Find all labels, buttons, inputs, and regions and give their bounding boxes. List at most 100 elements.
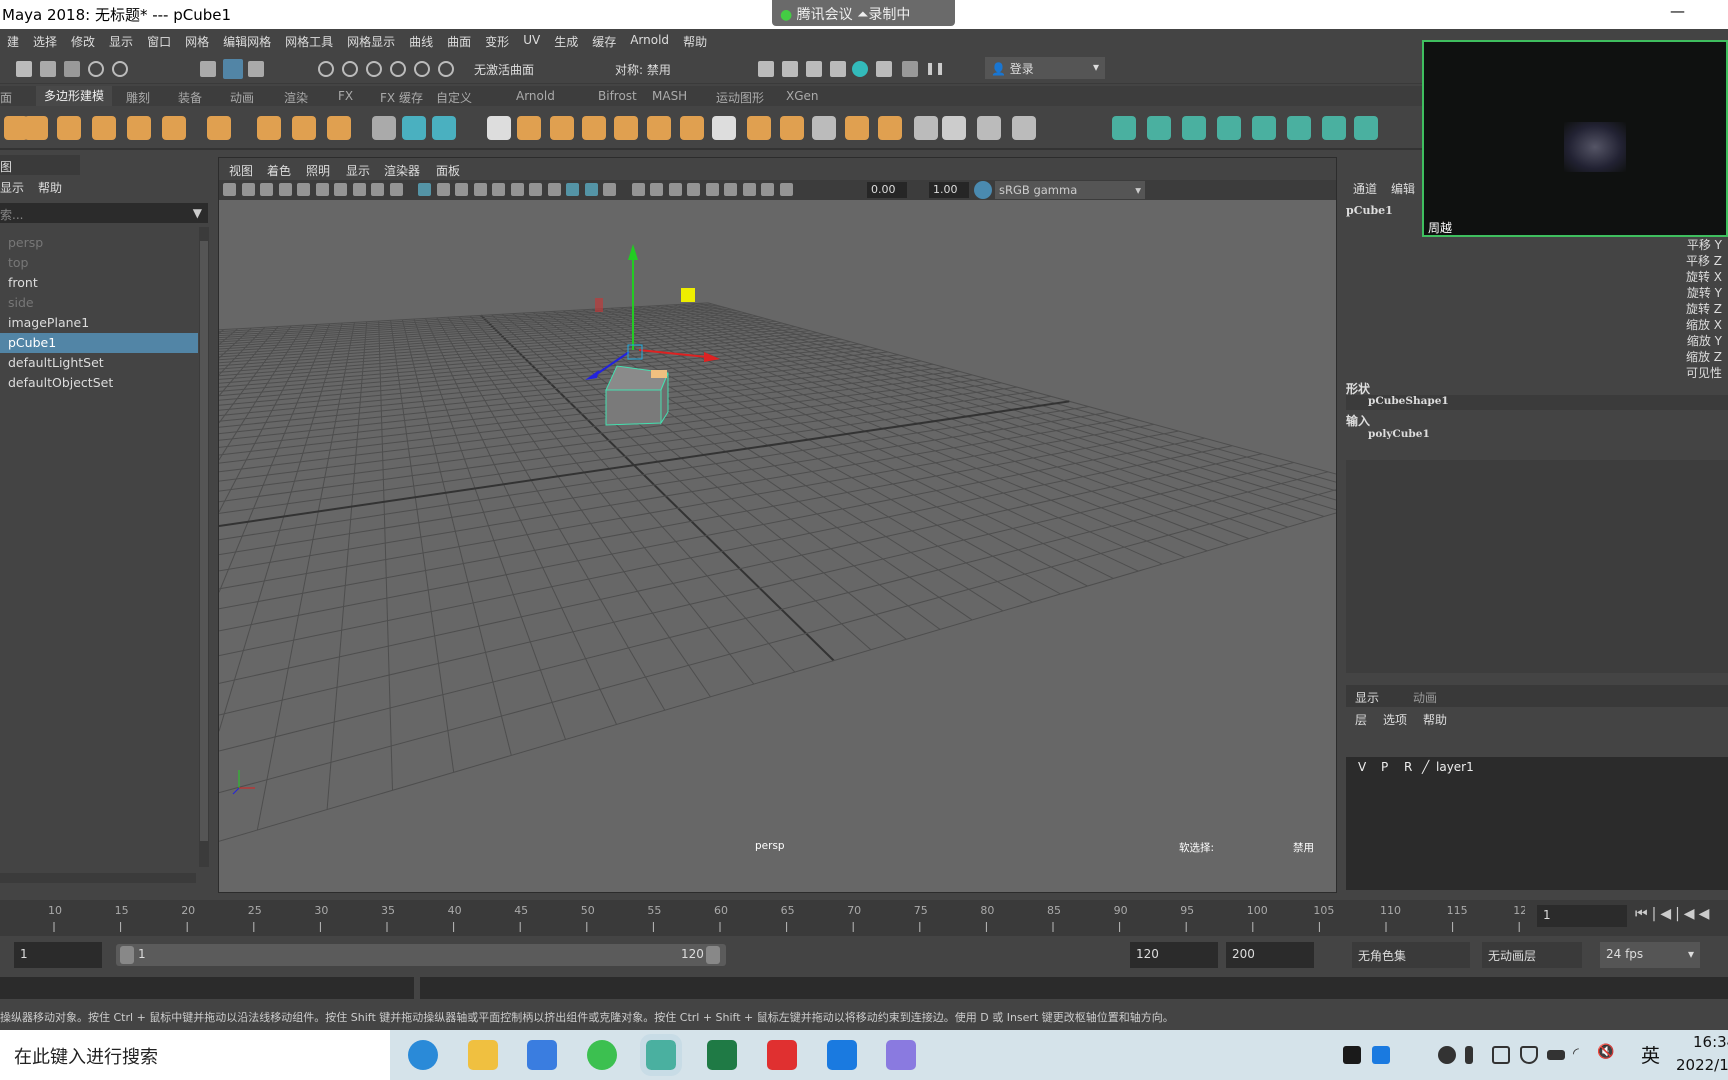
center-pivot-icon[interactable] [812,116,836,140]
outliner-menu-display[interactable]: 显示 [0,179,24,196]
viewport-tool-icon[interactable] [584,183,598,196]
viewport-tool-icon[interactable] [650,183,663,196]
viewport-tool-icon[interactable] [742,183,756,196]
text-icon[interactable] [292,116,316,140]
torus-icon[interactable] [92,116,116,140]
channel-attr[interactable]: 平移 Y [1687,236,1722,253]
viewport-tool-icon[interactable] [315,183,329,196]
nvidia-icon[interactable] [1343,1046,1361,1064]
menu-3[interactable]: 显示 [109,33,133,53]
webcam-overlay[interactable]: 周越 [1422,40,1728,237]
start-time-field[interactable]: 1 [14,942,102,968]
viewport-tool-icon[interactable] [631,183,645,196]
menu-10[interactable]: 曲面 [447,33,471,53]
snap-point-icon[interactable] [366,61,382,77]
clock-time[interactable]: 16:34 [1693,1033,1728,1051]
channel-object-name[interactable]: pCube1 [1346,204,1393,217]
shelf-tab-0[interactable]: 面 [0,89,12,106]
uv-cut-icon[interactable] [1322,116,1346,140]
viewport-tool-icon[interactable] [455,183,468,196]
menu-16[interactable]: 帮助 [683,33,707,53]
snap-vertex-icon[interactable] [438,61,454,77]
microphone-icon[interactable] [1465,1046,1473,1064]
menu-4[interactable]: 窗口 [147,33,171,53]
uv-auto-icon[interactable] [1182,116,1206,140]
render-sequence-icon[interactable] [782,61,798,77]
xgen-icon[interactable] [902,61,918,77]
range-slider[interactable]: 1 120 [116,944,726,966]
target-weld-icon[interactable] [780,116,804,140]
channel-attr[interactable]: 缩放 Z [1686,348,1722,365]
channel-attr[interactable]: 旋转 Z [1686,300,1722,317]
bridge-icon[interactable] [647,116,671,140]
edge-icon[interactable] [408,1040,438,1070]
fill-hole-icon[interactable] [712,116,736,140]
file-explorer-icon[interactable] [468,1040,498,1070]
multicut-icon[interactable] [747,116,771,140]
shelf-tab-2[interactable]: 雕刻 [126,89,150,106]
shelf-tab-3[interactable]: 装备 [178,89,202,106]
measure-icon[interactable] [372,116,396,140]
channel-attr[interactable]: 旋转 Y [1687,284,1722,301]
command-input[interactable] [0,977,414,999]
menu-9[interactable]: 曲线 [409,33,433,53]
shelf-tab-5[interactable]: 渲染 [284,89,308,106]
uv-unfold-icon[interactable] [1252,116,1276,140]
layer-color-swatch[interactable]: ╱ [1422,760,1429,774]
range-start-handle[interactable] [120,946,134,964]
viewport-tool-icon[interactable] [705,183,719,196]
viewport-menu-5[interactable]: 面板 [436,162,460,179]
insert-loop-icon[interactable] [914,116,938,140]
feishu-icon[interactable] [527,1040,557,1070]
channel-menu-channels[interactable]: 通道 [1353,180,1377,197]
viewport-tool-icon[interactable] [668,183,682,196]
render-settings-icon[interactable] [830,61,846,77]
viewport-tool-icon[interactable] [547,183,561,196]
search-dropdown-icon[interactable]: ▼ [193,206,202,220]
viewport-tool-icon[interactable] [761,183,774,196]
cone-icon[interactable] [57,116,81,140]
menu-2[interactable]: 修改 [71,33,95,53]
hypershade-icon[interactable] [852,61,868,77]
uv-layout-icon[interactable] [1287,116,1311,140]
layer-row[interactable]: V P R ╱ layer1 [1346,757,1728,777]
viewport-tool-icon[interactable] [334,183,347,196]
uv-sew-icon[interactable] [1354,116,1378,140]
menu-1[interactable]: 选择 [33,33,57,53]
move-manipulator[interactable] [219,200,1336,892]
combine-icon[interactable] [487,116,511,140]
qq-icon[interactable] [1438,1046,1456,1064]
tab-display[interactable]: 显示 [1355,689,1379,706]
viewport-tool-icon[interactable] [352,183,366,196]
viewport-tool-icon[interactable] [389,183,403,196]
snap-grid-icon[interactable] [318,61,334,77]
menu-5[interactable]: 网格 [185,33,209,53]
save-scene-icon[interactable] [64,61,80,77]
open-scene-icon[interactable] [40,61,56,77]
layer-playback-toggle[interactable]: P [1381,760,1388,774]
separate-icon[interactable] [517,116,541,140]
viewport-tool-icon[interactable] [566,183,579,196]
time-slider[interactable]: 10 15 20 25 30 35 40 45 50 55 60 65 70 75 80 85 90 95 100 1… [0,900,1728,936]
app-icon[interactable] [886,1040,916,1070]
merge-icon[interactable] [878,116,902,140]
input-node[interactable]: polyCube1 [1368,428,1430,440]
viewport-tool-icon[interactable] [473,183,487,196]
outliner-item[interactable]: imagePlane1 [0,313,198,333]
viewport-menu-4[interactable]: 渲染器 [384,162,420,179]
viewport-tool-icon[interactable] [297,183,310,196]
volume-muted-icon[interactable]: 🔇 [1597,1044,1614,1060]
select-object-icon[interactable] [223,59,243,79]
scrollbar-thumb[interactable] [200,241,208,841]
max-time-field[interactable]: 200 [1226,942,1314,968]
offset-loop-icon[interactable] [942,116,966,140]
menu-12[interactable]: UV [523,33,540,53]
outliner-menu-help[interactable]: 帮助 [38,179,62,196]
clock-date[interactable]: 2022/1 [1676,1056,1728,1074]
shelf-tab-12[interactable]: 运动图形 [716,89,764,106]
platonic-icon[interactable] [207,116,231,140]
ime-indicator[interactable]: 英 [1641,1041,1660,1068]
snap-surface-icon[interactable] [414,61,430,77]
fps-dropdown[interactable]: 24 fps ▾ [1600,942,1700,968]
menu-0[interactable]: 建 [7,33,19,53]
